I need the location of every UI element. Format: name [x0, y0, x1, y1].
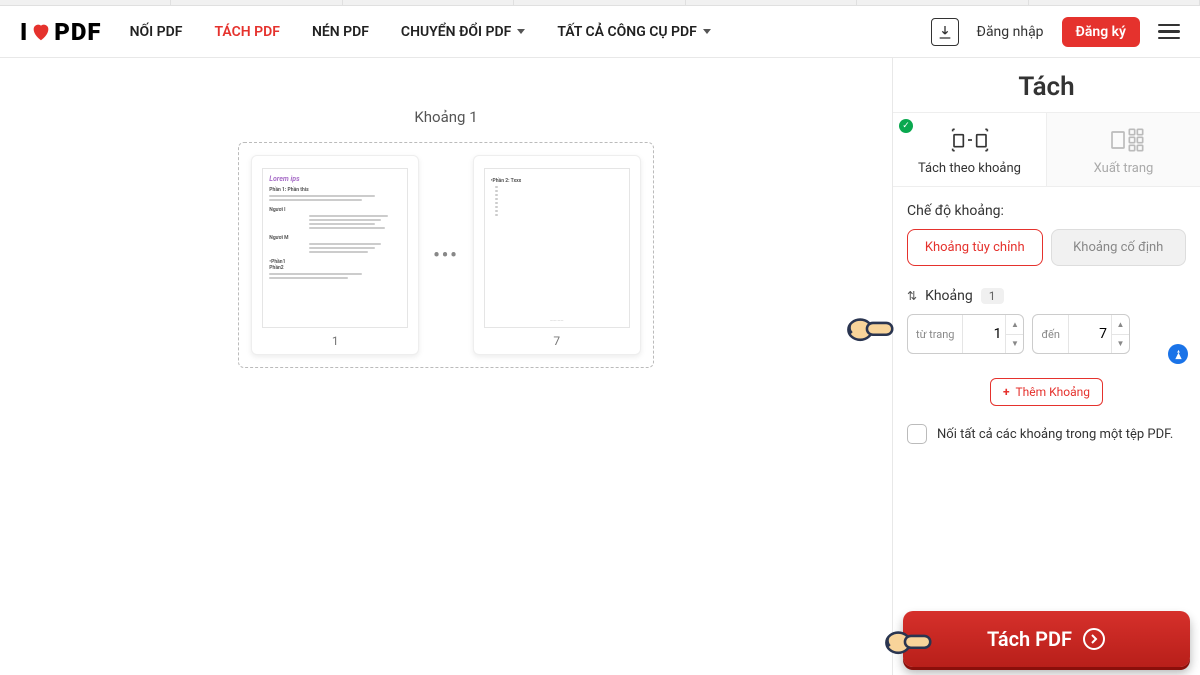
- page-thumb-end[interactable]: •Phần 2: Txxx ——·—— 7: [473, 155, 641, 355]
- chevron-down-icon: [703, 29, 711, 34]
- page-num-end: 7: [553, 334, 560, 348]
- sidebar: Tách ✓ Tách theo khoảng Xuất trang: [892, 58, 1200, 675]
- page-num-start: 1: [332, 334, 339, 348]
- tab-extract-pages[interactable]: Xuất trang: [1046, 113, 1200, 186]
- merge-row: Nối tất cả các khoảng trong một tệp PDF.: [907, 424, 1186, 444]
- nav-compress[interactable]: NÉN PDF: [312, 24, 369, 40]
- to-label: đến: [1033, 315, 1068, 353]
- top-nav: I PDF NỐI PDF TÁCH PDF NÉN PDF CHUYỂN ĐỔ…: [0, 6, 1200, 58]
- login-link[interactable]: Đăng nhập: [977, 24, 1044, 40]
- split-tabs: ✓ Tách theo khoảng Xuất trang: [893, 112, 1200, 187]
- chevron-down-icon: [517, 29, 525, 34]
- chevron-up-icon[interactable]: ▲: [1006, 315, 1023, 335]
- mode-custom-button[interactable]: Khoảng tùy chỉnh: [907, 229, 1043, 266]
- to-spinner[interactable]: ▲▼: [1111, 315, 1129, 353]
- range-collapse-header[interactable]: ⇅ Khoảng 1: [907, 288, 1186, 304]
- from-label: từ trang: [908, 315, 963, 353]
- ellipsis-icon: •••: [433, 245, 458, 266]
- nav-convert[interactable]: CHUYỂN ĐỔI PDF: [401, 24, 525, 40]
- chevron-up-icon[interactable]: ▲: [1112, 315, 1129, 335]
- arrow-right-circle-icon: [1082, 627, 1106, 651]
- range-title: Khoảng 1: [414, 108, 477, 126]
- chevron-down-icon[interactable]: ▼: [1112, 335, 1129, 354]
- nav-convert-label: CHUYỂN ĐỔI PDF: [401, 24, 511, 40]
- add-range-button[interactable]: + Thêm Khoảng: [990, 378, 1103, 406]
- canvas-area: Khoảng 1 Lorem ips Phần 1: Phần this Ngư…: [0, 58, 892, 675]
- merge-checkbox[interactable]: [907, 424, 927, 444]
- nav-all[interactable]: TẤT CẢ CÔNG CỤ PDF: [557, 24, 711, 40]
- heart-icon: [30, 21, 52, 43]
- page-thumb-start[interactable]: Lorem ips Phần 1: Phần this Ngươi l Ngươ…: [251, 155, 419, 355]
- range-number-badge: 1: [981, 288, 1004, 304]
- mode-fixed-button[interactable]: Khoảng cố định: [1051, 229, 1187, 266]
- range-word: Khoảng: [925, 288, 973, 304]
- download-icon[interactable]: [931, 18, 959, 46]
- edit-badge-icon: [1168, 344, 1188, 364]
- plus-icon: +: [1003, 385, 1010, 399]
- from-page-group: từ trang ▲▼: [907, 314, 1024, 354]
- tab-split-range[interactable]: ✓ Tách theo khoảng: [893, 113, 1046, 186]
- nav-all-label: TẤT CẢ CÔNG CỤ PDF: [557, 24, 697, 40]
- nav-right: Đăng nhập Đăng ký: [931, 17, 1180, 47]
- range-mode-row: Khoảng tùy chỉnh Khoảng cố định: [907, 229, 1186, 266]
- signup-button[interactable]: Đăng ký: [1062, 17, 1140, 47]
- split-pdf-label: Tách PDF: [987, 627, 1072, 651]
- check-icon: ✓: [899, 119, 913, 133]
- add-range-label: Thêm Khoảng: [1016, 385, 1091, 399]
- from-page-input[interactable]: [963, 315, 1005, 353]
- tab-split-range-label: Tách theo khoảng: [918, 161, 1021, 176]
- nav-merge[interactable]: NỐI PDF: [130, 24, 183, 40]
- nav-links: NỐI PDF TÁCH PDF NÉN PDF CHUYỂN ĐỔI PDF …: [130, 24, 711, 40]
- range-preview: Lorem ips Phần 1: Phần this Ngươi l Ngươ…: [238, 142, 653, 368]
- logo[interactable]: I PDF: [20, 18, 102, 46]
- tab-extract-pages-label: Xuất trang: [1094, 161, 1154, 176]
- split-pdf-button[interactable]: Tách PDF: [903, 611, 1190, 667]
- to-page-input[interactable]: [1069, 315, 1111, 353]
- split-range-icon: [950, 125, 990, 155]
- menu-icon[interactable]: [1158, 24, 1180, 40]
- extract-pages-icon: [1104, 125, 1144, 155]
- logo-post: PDF: [54, 18, 101, 46]
- sidebar-title: Tách: [893, 58, 1200, 112]
- sort-icon: ⇅: [907, 289, 917, 303]
- range-inputs: từ trang ▲▼ đến ▲▼: [907, 314, 1186, 354]
- range-mode-label: Chế độ khoảng:: [907, 203, 1186, 219]
- from-spinner[interactable]: ▲▼: [1005, 315, 1023, 353]
- logo-pre: I: [20, 18, 28, 46]
- to-page-group: đến ▲▼: [1032, 314, 1129, 354]
- nav-split[interactable]: TÁCH PDF: [214, 24, 280, 40]
- merge-label: Nối tất cả các khoảng trong một tệp PDF.: [937, 427, 1173, 442]
- chevron-down-icon[interactable]: ▼: [1006, 335, 1023, 354]
